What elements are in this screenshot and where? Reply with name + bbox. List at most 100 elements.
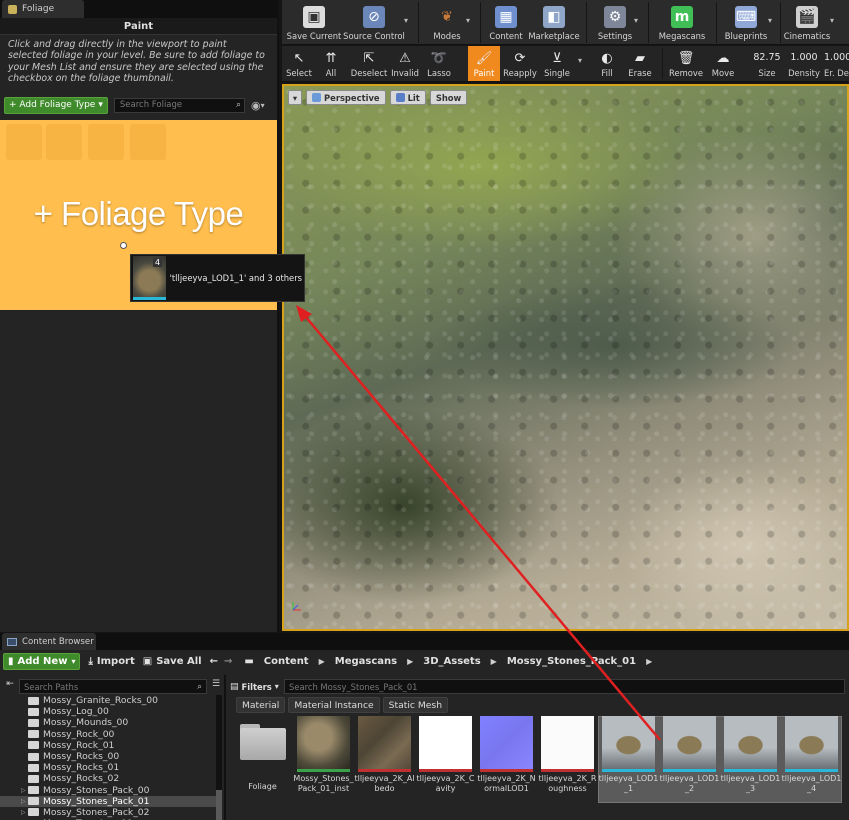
filter-chips: Material Material Instance Static Mesh	[236, 697, 449, 713]
chevron-down-icon[interactable]: ▾	[404, 16, 408, 25]
import-icon: ⤓	[88, 656, 93, 667]
modes-button[interactable]: ❦ Modes	[428, 0, 466, 45]
path-view-options-icon[interactable]: ☰	[209, 679, 223, 694]
paint-density-field[interactable]: 1.000 Density	[786, 48, 822, 81]
chevron-down-icon[interactable]: ▾	[634, 16, 638, 25]
show-button[interactable]: Show	[429, 90, 468, 105]
breadcrumb-item[interactable]: Content	[264, 656, 309, 667]
cinematics-button[interactable]: 🎬 Cinematics	[784, 0, 830, 45]
tree-item-label: Mossy_Stones_Pack_02	[43, 806, 150, 818]
tree-item[interactable]: ▷ Mossy_Stones_Pack_00	[0, 785, 216, 796]
add-foliage-type-button[interactable]: + Add Foliage Type ▾	[4, 96, 108, 114]
blueprints-button[interactable]: ⌨ Blueprints	[724, 0, 768, 45]
tree-item[interactable]: ▷ Mossy_Stones_Pack_02	[0, 807, 216, 818]
chevron-down-icon[interactable]: ▾	[768, 16, 772, 25]
content-browser-tab[interactable]: Content Browser	[2, 633, 96, 650]
asset-tile[interactable]: tlljeeyva_LOD1_1	[598, 716, 659, 820]
tree-item[interactable]: Mossy_Rocks_01	[0, 762, 216, 773]
folder-icon	[28, 763, 39, 772]
tree-item[interactable]: Mossy_Rock_00	[0, 729, 216, 740]
level-viewport[interactable]: ▾ Perspective Lit Show	[282, 84, 849, 631]
filters-button[interactable]: ▤ Filters ▾	[230, 679, 280, 694]
move-button[interactable]: ☁ Move	[708, 46, 738, 81]
scrollbar-thumb[interactable]	[216, 790, 222, 820]
expand-arrow-icon[interactable]: ▷	[21, 809, 26, 816]
breadcrumb-item[interactable]: 3D_Assets	[423, 656, 480, 667]
content-button[interactable]: ▦ Content	[486, 0, 526, 45]
expand-arrow-icon[interactable]: ▷	[21, 798, 26, 805]
reapply-tool-button[interactable]: ⟳ Reapply	[502, 46, 538, 81]
save-current-button[interactable]: ▣ Save Current	[286, 0, 342, 45]
search-icon: ⌕	[197, 681, 202, 691]
search-icon: ⌕	[235, 100, 241, 110]
expand-arrow-icon[interactable]: ▷	[21, 787, 26, 794]
chevron-down-icon[interactable]: ▾	[830, 16, 834, 25]
tree-item[interactable]: Mossy_Log_00	[0, 706, 216, 717]
remove-button[interactable]: 🗑 Remove	[668, 46, 704, 81]
asset-tile[interactable]: tlljeeyva_LOD1_3	[720, 716, 781, 820]
breadcrumb-item[interactable]: Megascans	[335, 656, 397, 667]
content-browser: Content Browser ▮ Add New ▾ ⤓ Import ▣ S…	[0, 633, 849, 820]
filter-chip-material[interactable]: Material	[236, 697, 286, 713]
select-all-button[interactable]: ⇈ All	[318, 46, 344, 81]
asset-tile[interactable]: tlljeeyva_2K_Cavity	[415, 716, 476, 820]
tree-item[interactable]: Mossy_Rock_01	[0, 740, 216, 751]
asset-type-bar	[785, 769, 838, 772]
breadcrumb-separator-icon[interactable]: ▶	[491, 657, 497, 666]
foliage-search-input[interactable]: Search Foliage ⌕	[113, 97, 245, 113]
save-all-button[interactable]: ▣ Save All	[143, 656, 202, 667]
chevron-down-icon[interactable]: ▾	[578, 56, 582, 65]
viewport-options-button[interactable]: ▾	[288, 90, 302, 105]
megascans-button[interactable]: m Megascans	[656, 0, 708, 45]
tree-item-label: Mossy_Rocks_00	[43, 751, 120, 763]
drag-tooltip: 4 'tlljeeyva_LOD1_1' and 3 others	[130, 254, 305, 302]
lit-button[interactable]: Lit	[389, 90, 426, 105]
breadcrumb-separator-icon[interactable]: ▶	[646, 657, 652, 666]
back-arrow-icon[interactable]: ←	[210, 656, 218, 667]
tree-scrollbar[interactable]	[216, 695, 222, 820]
tree-item[interactable]: Mossy_Rocks_00	[0, 751, 216, 762]
asset-tile[interactable]: tlljeeyva_2K_Roughness	[537, 716, 598, 820]
asset-tile[interactable]: tlljeeyva_LOD1_2	[659, 716, 720, 820]
collapse-sources-icon[interactable]: ⇤	[3, 679, 17, 694]
view-options-button[interactable]: ◉ ▾	[251, 99, 273, 112]
path-search-input[interactable]: Search Paths ⌕	[19, 679, 207, 694]
filter-chip-material-instance[interactable]: Material Instance	[288, 697, 380, 713]
tree-item[interactable]: Mossy_Mounds_00	[0, 717, 216, 728]
asset-tile[interactable]: Mossy_Stones_Pack_01_inst	[293, 716, 354, 820]
asset-tile[interactable]: tlljeeyva_2K_NormalLOD1	[476, 716, 537, 820]
settings-button[interactable]: ⚙ Settings	[594, 0, 636, 45]
chevron-down-icon[interactable]: ▾	[466, 16, 470, 25]
filters-label: Filters	[241, 681, 272, 692]
tree-item[interactable]: Mossy_Rocks_02	[0, 773, 216, 784]
single-tool-button[interactable]: ⊻ Single	[542, 46, 572, 81]
breadcrumb-item[interactable]: Mossy_Stones_Pack_01	[507, 656, 636, 667]
asset-tile[interactable]: tlljeeyva_2K_Albedo	[354, 716, 415, 820]
marketplace-button[interactable]: ◧ Marketplace	[528, 0, 580, 45]
brush-size-field[interactable]: 82.75 Size	[752, 48, 782, 81]
foliage-tab[interactable]: Foliage	[2, 0, 84, 18]
forward-arrow-icon[interactable]: →	[224, 656, 232, 667]
select-tool-button[interactable]: ↖ Select	[284, 46, 314, 81]
perspective-button[interactable]: Perspective	[306, 90, 386, 105]
filter-chip-static-mesh[interactable]: Static Mesh	[382, 697, 449, 713]
asset-thumbnail	[541, 716, 594, 769]
invalid-button[interactable]: ⚠ Invalid	[390, 46, 420, 81]
fill-tool-button[interactable]: ◐ Fill	[594, 46, 620, 81]
asset-search-input[interactable]: Search Mossy_Stones_Pack_01	[284, 679, 845, 694]
save-all-icon: ▣	[142, 656, 153, 667]
tree-item[interactable]: ▷ Mossy_Stones_Pack_01	[0, 795, 216, 807]
erase-tool-button[interactable]: ▰ Erase	[626, 46, 654, 81]
tree-item[interactable]: Mossy_Granite_Rocks_00	[0, 695, 216, 706]
paint-tool-button[interactable]: 🖌 Paint	[468, 46, 500, 81]
erase-density-field[interactable]: 1.000 Er. Den	[824, 48, 849, 81]
asset-tile[interactable]: Foliage	[232, 716, 293, 820]
breadcrumb-separator-icon[interactable]: ▶	[319, 657, 325, 666]
deselect-button[interactable]: ⇱ Deselect	[350, 46, 388, 81]
asset-tile[interactable]: tlljeeyva_LOD1_4	[781, 716, 842, 820]
source-control-button[interactable]: ⊘ Source Control	[342, 0, 406, 45]
import-button[interactable]: ⤓ Import	[88, 656, 134, 667]
lasso-tool-button[interactable]: ➰ Lasso	[424, 46, 454, 81]
add-new-button[interactable]: ▮ Add New ▾	[3, 653, 81, 670]
breadcrumb-separator-icon[interactable]: ▶	[407, 657, 413, 666]
